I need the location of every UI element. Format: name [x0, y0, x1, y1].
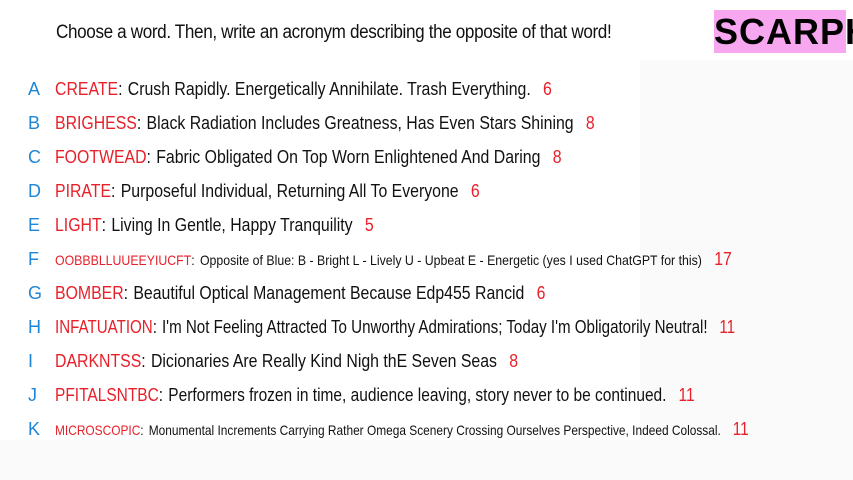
- item-line: DARKNTSS: Dicionaries Are Really Kind Ni…: [55, 351, 518, 372]
- item-acronym: Purposeful Individual, Returning All To …: [120, 180, 459, 201]
- item-separator: :: [101, 214, 107, 235]
- item-separator: :: [140, 421, 144, 438]
- item-acronym: Fabric Obligated On Top Worn Enlightened…: [156, 146, 541, 167]
- list-item: D PIRATE: Purposeful Individual, Returni…: [28, 174, 848, 208]
- item-letter: D: [28, 180, 41, 201]
- item-line: PFITALSNTBC: Performers frozen in time, …: [55, 385, 695, 406]
- item-acronym: Crush Rapidly. Energetically Annihilate.…: [127, 78, 531, 99]
- item-count: 6: [470, 180, 480, 201]
- item-count: 8: [509, 350, 519, 371]
- item-count: 6: [543, 78, 552, 99]
- list-item: H INFATUATION: I'm Not Feeling Attracted…: [28, 310, 848, 344]
- list-item: I DARKNTSS: Dicionaries Are Really Kind …: [28, 344, 848, 378]
- item-acronym: Monumental Increments Carrying Rather Om…: [148, 421, 721, 438]
- item-letter: E: [28, 214, 41, 235]
- item-acronym: Performers frozen in time, audience leav…: [168, 384, 667, 405]
- item-letter: B: [28, 112, 41, 133]
- item-acronym: Dicionaries Are Really Kind Nigh thE Sev…: [150, 350, 497, 371]
- item-count: 6: [536, 282, 546, 303]
- acronym-list: A CREATE: Crush Rapidly. Energetically A…: [28, 72, 848, 446]
- item-separator: :: [146, 146, 151, 167]
- item-acronym: Black Radiation Includes Greatness, Has …: [146, 112, 574, 133]
- item-letter: J: [28, 384, 37, 405]
- item-count: 8: [585, 112, 595, 133]
- item-letter: C: [28, 146, 41, 167]
- item-separator: :: [123, 282, 129, 303]
- list-item: A CREATE: Crush Rapidly. Energetically A…: [28, 72, 848, 106]
- item-line: LIGHT: Living In Gentle, Happy Tranquili…: [55, 215, 374, 236]
- item-word: LIGHT: [55, 214, 102, 235]
- item-word: DARKNTSS: [55, 350, 142, 371]
- item-letter: I: [28, 350, 34, 371]
- item-word: MICROSCOPIC: [55, 421, 141, 438]
- item-acronym: Living In Gentle, Happy Tranquility: [111, 214, 353, 235]
- item-count: 17: [714, 248, 732, 269]
- list-item: E LIGHT: Living In Gentle, Happy Tranqui…: [28, 208, 848, 242]
- item-letter: A: [28, 78, 41, 99]
- item-separator: :: [191, 251, 195, 268]
- list-item: G BOMBER: Beautiful Optical Management B…: [28, 276, 848, 310]
- item-line: INFATUATION: I'm Not Feeling Attracted T…: [55, 317, 735, 338]
- item-acronym: Beautiful Optical Management Because Edp…: [133, 282, 525, 303]
- item-line: MICROSCOPIC: Monumental Increments Carry…: [55, 419, 749, 440]
- item-line: OOBBBLLUUEEYIUCFT: Opposite of Blue: B -…: [55, 249, 732, 270]
- prompt-text: Choose a word. Then, write an acronym de…: [56, 22, 612, 43]
- item-count: 11: [678, 384, 695, 405]
- item-word: PFITALSNTBC: [55, 384, 159, 405]
- item-letter: F: [28, 248, 39, 269]
- item-line: BRIGHESS: Black Radiation Includes Great…: [55, 113, 595, 134]
- list-item: B BRIGHESS: Black Radiation Includes Gre…: [28, 106, 848, 140]
- brand-logo: SCARPH: [714, 10, 853, 53]
- item-acronym: I'm Not Feeling Attracted To Unworthy Ad…: [161, 316, 708, 337]
- item-count: 11: [732, 418, 749, 439]
- item-word: BRIGHESS: [55, 112, 137, 133]
- item-line: FOOTWEAD: Fabric Obligated On Top Worn E…: [55, 147, 562, 168]
- item-count: 11: [719, 316, 736, 337]
- item-separator: :: [152, 316, 157, 337]
- list-item: J PFITALSNTBC: Performers frozen in time…: [28, 378, 848, 412]
- list-item: C FOOTWEAD: Fabric Obligated On Top Worn…: [28, 140, 848, 174]
- item-word: PIRATE: [55, 180, 112, 201]
- background-shade-bottom: [0, 440, 853, 480]
- item-letter: G: [28, 282, 43, 303]
- item-separator: :: [141, 350, 146, 371]
- item-word: BOMBER: [55, 282, 124, 303]
- item-word: INFATUATION: [55, 316, 153, 337]
- item-letter: K: [28, 418, 41, 439]
- item-separator: :: [111, 180, 116, 201]
- list-item: K MICROSCOPIC: Monumental Increments Car…: [28, 412, 848, 446]
- item-separator: :: [136, 112, 142, 133]
- item-line: PIRATE: Purposeful Individual, Returning…: [55, 181, 480, 202]
- item-line: CREATE: Crush Rapidly. Energetically Ann…: [55, 79, 552, 100]
- item-word: CREATE: [55, 78, 119, 99]
- item-count: 5: [364, 214, 374, 235]
- item-separator: :: [158, 384, 164, 405]
- item-line: BOMBER: Beautiful Optical Management Bec…: [55, 283, 545, 304]
- item-count: 8: [552, 146, 562, 167]
- item-word: FOOTWEAD: [55, 146, 147, 167]
- item-acronym: Opposite of Blue: B - Bright L - Lively …: [199, 251, 702, 268]
- item-separator: :: [118, 78, 123, 99]
- list-item: F OOBBBLLUUEEYIUCFT: Opposite of Blue: B…: [28, 242, 848, 276]
- item-word: OOBBBLLUUEEYIUCFT: [55, 251, 192, 268]
- item-letter: H: [28, 316, 41, 337]
